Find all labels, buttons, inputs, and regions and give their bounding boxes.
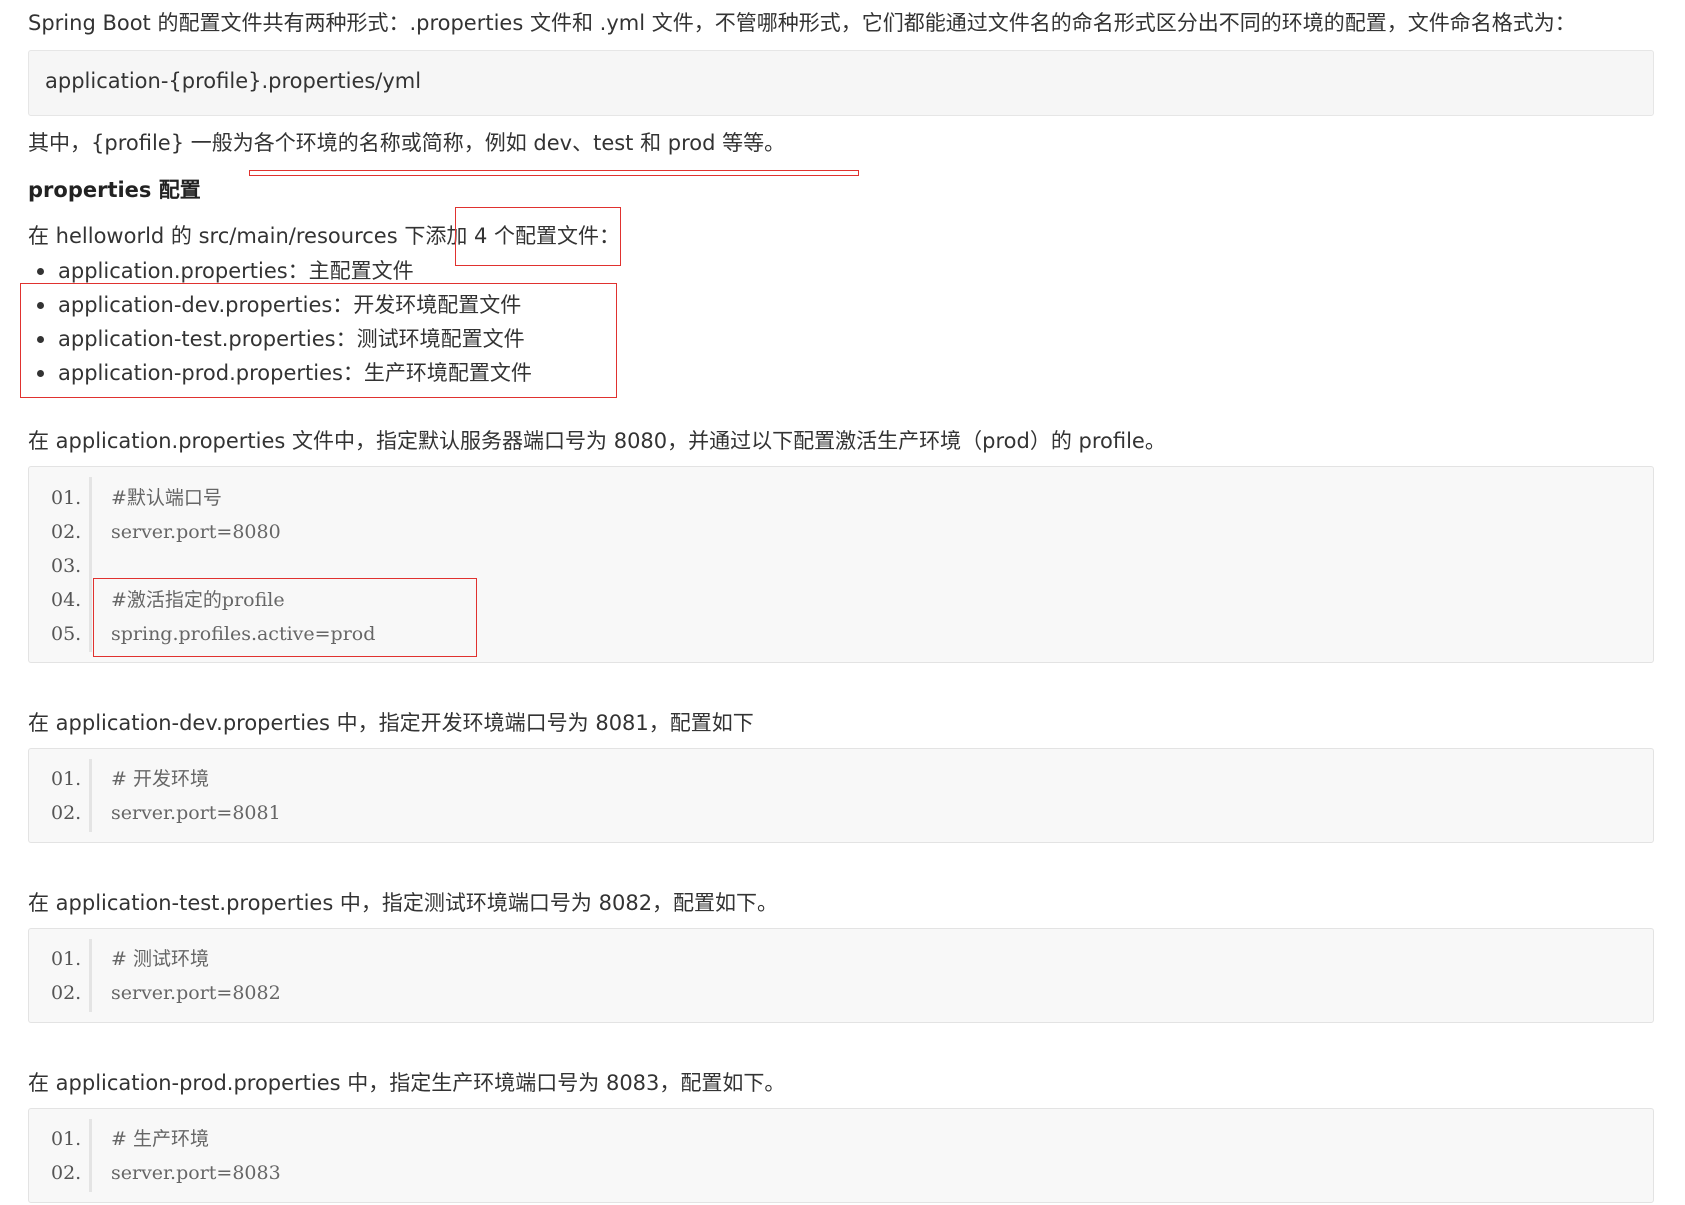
annotation-underline	[249, 170, 859, 176]
code-line: 01. # 测试环境	[51, 948, 209, 970]
profile-note: 其中，{profile} 一般为各个环境的名称或简称，例如 dev、test 和…	[28, 131, 786, 155]
test-config-description: 在 application-test.properties 中，指定测试环境端口…	[28, 891, 779, 915]
code-line: 02. server.port=8082	[51, 982, 281, 1004]
section-heading: properties 配置	[28, 178, 201, 202]
annotation-box-active-profile	[93, 578, 477, 657]
article-page: Spring Boot 的配置文件共有两种形式：.properties 文件和 …	[0, 0, 1685, 1205]
code-line: 02. server.port=8083	[51, 1162, 281, 1184]
code-line: 01. # 开发环境	[51, 768, 209, 790]
prod-config-description: 在 application-prod.properties 中，指定生产环境端口…	[28, 1071, 786, 1095]
dev-config-description: 在 application-dev.properties 中，指定开发环境端口号…	[28, 711, 754, 735]
intro-paragraph: Spring Boot 的配置文件共有两种形式：.properties 文件和 …	[28, 11, 1576, 35]
code-block-prod: 01. # 生产环境 02. server.port=8083	[28, 1108, 1654, 1203]
bullet-icon	[37, 268, 44, 275]
code-block-dev: 01. # 开发环境 02. server.port=8081	[28, 748, 1654, 843]
annotation-box-env-files	[20, 283, 617, 398]
naming-format-box: application-{profile}.properties/yml	[28, 50, 1654, 116]
code-line: 01. #默认端口号	[51, 487, 222, 509]
code-line: 02. server.port=8081	[51, 802, 281, 824]
code-block-test: 01. # 测试环境 02. server.port=8082	[28, 928, 1654, 1023]
naming-format-text: application-{profile}.properties/yml	[45, 69, 422, 93]
code-line: 02. server.port=8080	[51, 521, 281, 543]
code-line: 01. # 生产环境	[51, 1128, 209, 1150]
main-config-description: 在 application.properties 文件中，指定默认服务器端口号为…	[28, 429, 1166, 453]
